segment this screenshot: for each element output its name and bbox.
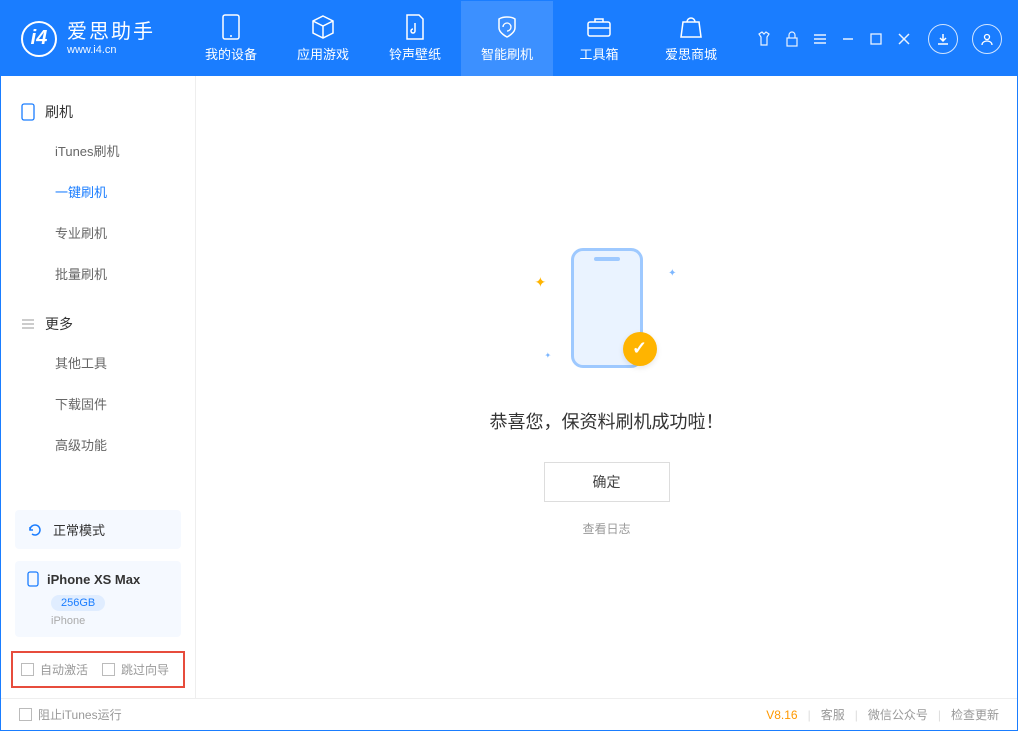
ok-button[interactable]: 确定 <box>544 462 670 502</box>
body: 刷机 iTunes刷机 一键刷机 专业刷机 批量刷机 更多 其他工具 下载固件 … <box>1 76 1017 698</box>
shirt-icon[interactable] <box>754 29 774 49</box>
sidebar-item-download-firmware[interactable]: 下载固件 <box>55 383 195 424</box>
sidebar-item-pro-flash[interactable]: 专业刷机 <box>55 212 195 253</box>
nav-store[interactable]: 爱思商城 <box>645 1 737 76</box>
wechat-link[interactable]: 微信公众号 <box>868 706 928 723</box>
nav-label: 工具箱 <box>579 44 618 63</box>
refresh-icon <box>27 522 43 538</box>
maximize-icon[interactable] <box>866 29 886 49</box>
sparkle-icon: ✦ <box>545 351 552 360</box>
sidebar-item-advanced[interactable]: 高级功能 <box>55 424 195 465</box>
sidebar-item-batch-flash[interactable]: 批量刷机 <box>55 253 195 294</box>
skip-guide-checkbox[interactable]: 跳过向导 <box>102 661 169 678</box>
sidebar-section-more[interactable]: 更多 <box>1 306 195 342</box>
nav-toolbox[interactable]: 工具箱 <box>553 1 645 76</box>
check-update-link[interactable]: 检查更新 <box>951 706 999 723</box>
user-button[interactable] <box>972 24 1002 54</box>
section-title: 更多 <box>45 314 73 334</box>
checkbox-label: 阻止iTunes运行 <box>38 706 122 723</box>
top-nav: 我的设备 应用游戏 铃声壁纸 智能刷机 工具箱 爱思商城 <box>185 1 737 76</box>
sidebar-item-other-tools[interactable]: 其他工具 <box>55 342 195 383</box>
block-itunes-checkbox[interactable]: 阻止iTunes运行 <box>19 706 122 723</box>
titlebar: i4 爱思助手 www.i4.cn 我的设备 应用游戏 铃声壁纸 智能刷机 <box>1 1 1017 76</box>
checkbox-label: 自动激活 <box>40 661 88 678</box>
checkbox-icon <box>102 663 115 676</box>
download-button[interactable] <box>928 24 958 54</box>
nav-label: 我的设备 <box>205 44 257 63</box>
nav-label: 爱思商城 <box>665 44 717 63</box>
sidebar-item-itunes-flash[interactable]: iTunes刷机 <box>55 130 195 171</box>
sidebar: 刷机 iTunes刷机 一键刷机 专业刷机 批量刷机 更多 其他工具 下载固件 … <box>1 76 196 698</box>
app-subtitle: www.i4.cn <box>67 44 155 57</box>
minimize-icon[interactable] <box>838 29 858 49</box>
nav-my-device[interactable]: 我的设备 <box>185 1 277 76</box>
logo-icon: i4 <box>21 21 57 57</box>
device-name: iPhone XS Max <box>47 572 140 587</box>
lock-icon[interactable] <box>782 29 802 49</box>
support-link[interactable]: 客服 <box>821 706 845 723</box>
window-controls <box>754 24 1002 54</box>
nav-label: 智能刷机 <box>481 44 533 63</box>
nav-label: 应用游戏 <box>297 44 349 63</box>
status-text: 正常模式 <box>53 520 105 539</box>
cube-icon <box>310 14 336 40</box>
nav-label: 铃声壁纸 <box>389 44 441 63</box>
version-label: V8.16 <box>766 708 797 722</box>
shield-refresh-icon <box>494 14 520 40</box>
nav-apps[interactable]: 应用游戏 <box>277 1 369 76</box>
nav-ringtones[interactable]: 铃声壁纸 <box>369 1 461 76</box>
checkmark-badge-icon: ✓ <box>623 332 657 366</box>
list-icon <box>21 317 35 331</box>
footer: 阻止iTunes运行 V8.16 | 客服 | 微信公众号 | 检查更新 <box>1 698 1017 730</box>
device-mode-status[interactable]: 正常模式 <box>15 510 181 549</box>
checkbox-icon <box>21 663 34 676</box>
close-icon[interactable] <box>894 29 914 49</box>
auto-activate-checkbox[interactable]: 自动激活 <box>21 661 88 678</box>
highlighted-checkbox-area: 自动激活 跳过向导 <box>11 651 185 688</box>
device-card[interactable]: iPhone XS Max 256GB iPhone <box>15 561 181 637</box>
section-title: 刷机 <box>45 102 73 122</box>
sidebar-section-flash[interactable]: 刷机 <box>1 94 195 130</box>
nav-flash[interactable]: 智能刷机 <box>461 1 553 76</box>
bag-icon <box>678 14 704 40</box>
phone-icon <box>27 571 39 587</box>
music-file-icon <box>402 14 428 40</box>
sparkle-icon: ✦ <box>535 274 547 291</box>
menu-icon[interactable] <box>810 29 830 49</box>
app-logo: i4 爱思助手 www.i4.cn <box>21 20 155 57</box>
main-content: ✦ ✦ ✦ ✓ 恭喜您，保资料刷机成功啦！ 确定 查看日志 <box>196 76 1017 698</box>
phone-icon <box>218 14 244 40</box>
success-message: 恭喜您，保资料刷机成功啦！ <box>490 408 724 434</box>
toolbox-icon <box>586 14 612 40</box>
device-type: iPhone <box>51 615 169 627</box>
checkbox-icon <box>19 708 32 721</box>
checkbox-label: 跳过向导 <box>121 661 169 678</box>
view-log-link[interactable]: 查看日志 <box>582 520 630 537</box>
device-icon <box>21 103 35 121</box>
sidebar-item-oneclick-flash[interactable]: 一键刷机 <box>55 171 195 212</box>
sparkle-icon: ✦ <box>668 268 676 279</box>
app-title: 爱思助手 <box>67 20 155 44</box>
app-window: i4 爱思助手 www.i4.cn 我的设备 应用游戏 铃声壁纸 智能刷机 <box>0 0 1018 731</box>
success-illustration: ✦ ✦ ✦ ✓ <box>527 238 687 388</box>
device-capacity: 256GB <box>51 595 105 611</box>
